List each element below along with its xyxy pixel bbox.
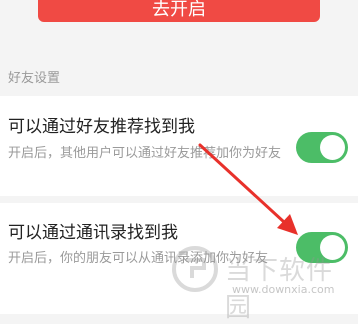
setting-title: 可以通过通讯录找到我	[8, 223, 178, 243]
friend-recommend-toggle[interactable]	[296, 132, 348, 163]
watermark-logo	[172, 246, 218, 292]
setting-description: 开启后，其他用户可以通过好友推荐加你为好友	[8, 146, 282, 161]
setting-title: 可以通过好友推荐找到我	[8, 117, 195, 137]
toggle-knob	[320, 135, 345, 160]
setting-row-friend-recommend: 可以通过好友推荐找到我 开启后，其他用户可以通过好友推荐加你为好友	[0, 96, 358, 196]
section-header-friend-settings: 好友设置	[8, 71, 61, 86]
enable-button-label: 去开启	[152, 0, 206, 20]
watermark-url: www.downxia.com	[232, 283, 335, 296]
enable-button[interactable]: 去开启	[38, 0, 320, 22]
